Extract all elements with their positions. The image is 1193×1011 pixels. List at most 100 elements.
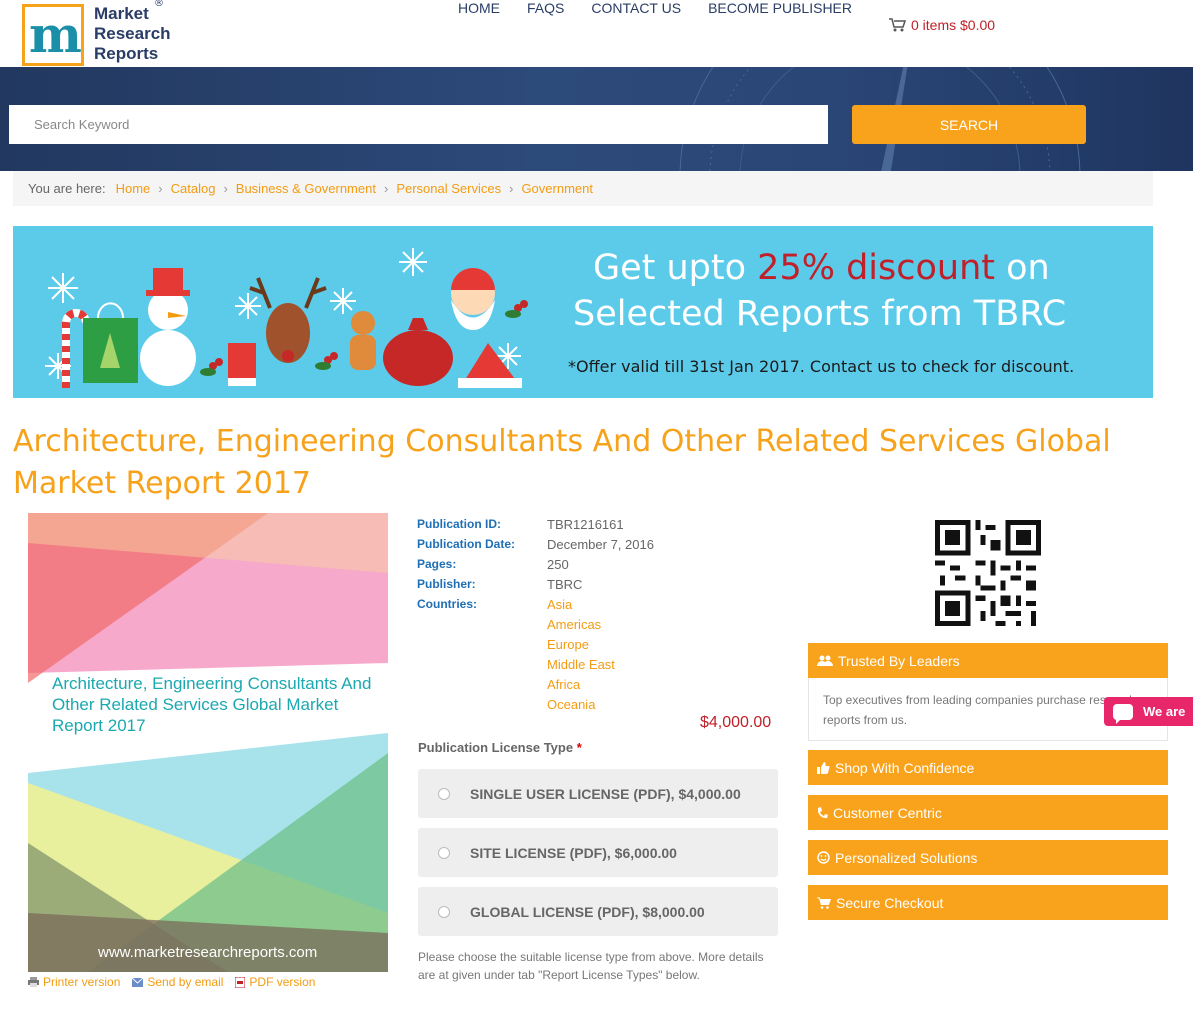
detail-row-country: Oceania [417,694,654,714]
top-nav: HOME FAQS CONTACT US BECOME PUBLISHER [458,0,852,16]
panel-customer-centric[interactable]: Customer Centric [808,795,1168,830]
chat-bubble-icon [1113,703,1133,724]
license-heading: Publication License Type * [418,740,582,755]
logo-line-3: Reports [94,44,159,63]
phone-icon [818,806,828,818]
pdf-version-label: PDF version [249,975,316,989]
breadcrumb-catalog[interactable]: Catalog [171,181,216,196]
logo-text: Market Research Reports [94,4,171,64]
pages-value: 250 [547,556,569,572]
panel-label: Personalized Solutions [835,849,978,866]
page: m Market Research Reports ® HOME FAQS CO… [0,0,1193,1011]
required-asterisk: * [576,740,582,755]
radio-button[interactable] [438,787,450,800]
country-link[interactable]: Africa [547,677,580,692]
country-link[interactable]: Europe [547,637,589,652]
cover-art-icon [28,513,388,972]
nav-become-publisher[interactable]: BECOME PUBLISHER [708,0,852,16]
chevron-right-icon: › [158,181,163,196]
email-icon [132,977,144,987]
publication-id-label: Publication ID: [417,517,501,531]
cover-url: www.marketresearchreports.com [98,944,318,961]
license-note: Please choose the suitable license type … [418,950,764,982]
panel-trusted-by-leaders[interactable]: Trusted By Leaders [808,643,1168,678]
search-band: Search Keyword SEARCH [0,67,1193,171]
publication-details: Publication ID: TBR1216161 Publication Da… [417,514,654,714]
breadcrumb-personal-services[interactable]: Personal Services [396,181,501,196]
radio-button[interactable] [438,905,450,918]
printer-icon [28,977,39,987]
send-by-email-label: Send by email [147,975,224,989]
cart-link[interactable]: 0 items $0.00 [889,17,995,33]
promo-note: *Offer valid till 31st Jan 2017. Contact… [568,357,1075,376]
detail-row-country: Europe [417,634,654,654]
panel-label: Shop With Confidence [835,759,975,776]
thumbs-up-icon [817,761,830,774]
live-chat-label: We are [1143,704,1186,719]
detail-row-country: Americas [417,614,654,634]
promo-headline-pre: Get upto [593,248,758,288]
search-input[interactable]: Search Keyword [9,105,828,144]
cart-icon [889,18,906,32]
breadcrumb-lead: You are here: [28,181,106,196]
nav-home[interactable]: HOME [458,0,500,16]
report-cover: Architecture, Engineering Consultants An… [28,513,388,972]
panel-shop-with-confidence[interactable]: Shop With Confidence [808,750,1168,785]
chevron-right-icon: › [383,181,389,196]
publication-date-value: December 7, 2016 [547,536,654,552]
search-button[interactable]: SEARCH [852,105,1086,144]
registered-mark: ® [154,0,164,9]
send-by-email-link[interactable]: Send by email [132,975,223,989]
logo-line-2: Research [94,24,171,43]
printer-version-link[interactable]: Printer version [28,975,120,989]
publication-id-value: TBR1216161 [547,516,624,532]
breadcrumb-home[interactable]: Home [116,181,151,196]
country-link[interactable]: Asia [547,597,572,612]
promo-subheadline: Selected Reports from TBRC [573,294,1067,334]
panel-personalized-solutions[interactable]: Personalized Solutions [808,840,1168,875]
license-option-label: SITE LICENSE (PDF), $6,000.00 [470,844,677,861]
printer-version-label: Printer version [43,975,121,989]
pdf-version-link[interactable]: PDF version [235,975,315,989]
radio-button[interactable] [438,846,450,859]
panel-secure-checkout[interactable]: Secure Checkout [808,885,1168,920]
nav-faqs[interactable]: FAQS [527,0,564,16]
detail-row-pages: Pages: 250 [417,554,654,574]
license-option-label: SINGLE USER LICENSE (PDF), $4,000.00 [470,785,741,802]
detail-row-country: Africa [417,674,654,694]
logo-letter: m [29,5,82,64]
publisher-label: Publisher: [417,577,476,591]
country-link[interactable]: Americas [547,617,601,632]
promo-headline-post: on [995,248,1050,288]
cover-title: Architecture, Engineering Consultants An… [52,674,372,735]
publication-date-label: Publication Date: [417,537,516,551]
site-logo[interactable]: m Market Research Reports ® [22,0,172,66]
promo-discount: 25% discount [757,248,996,288]
qr-code-icon [935,520,1041,626]
license-option-global[interactable]: GLOBAL LICENSE (PDF), $8,000.00 [418,887,778,936]
promo-headline: Get upto 25% discount on [593,248,1050,288]
search-placeholder: Search Keyword [34,117,130,132]
page-title: Architecture, Engineering Consultants An… [13,424,1111,501]
country-link[interactable]: Middle East [547,657,615,672]
report-actions: Printer version Send by email PDF versio… [28,975,315,989]
promo-banner[interactable]: Get upto 25% discount on Selected Report… [13,226,1153,398]
nav-contact-us[interactable]: CONTACT US [591,0,681,16]
breadcrumb: You are here: Home › Catalog › Business … [13,171,1153,206]
panel-label: Secure Checkout [836,894,944,911]
license-heading-text: Publication License Type [418,740,574,755]
country-link[interactable]: Oceania [547,697,595,712]
license-option-site[interactable]: SITE LICENSE (PDF), $6,000.00 [418,828,778,877]
detail-row-pub-id: Publication ID: TBR1216161 [417,514,654,534]
users-icon [817,655,833,666]
publisher-value: TBRC [547,576,583,592]
detail-row-publisher: Publisher: TBRC [417,574,654,594]
breadcrumb-business-government[interactable]: Business & Government [236,181,376,196]
license-option-single-user[interactable]: SINGLE USER LICENSE (PDF), $4,000.00 [418,769,778,818]
live-chat-button[interactable]: We are [1104,697,1193,726]
panel-label: Trusted By Leaders [838,652,960,669]
pdf-icon [235,976,246,988]
detail-row-countries: Countries: Asia [417,594,654,614]
breadcrumb-government[interactable]: Government [521,181,593,196]
detail-row-country: Middle East [417,654,654,674]
